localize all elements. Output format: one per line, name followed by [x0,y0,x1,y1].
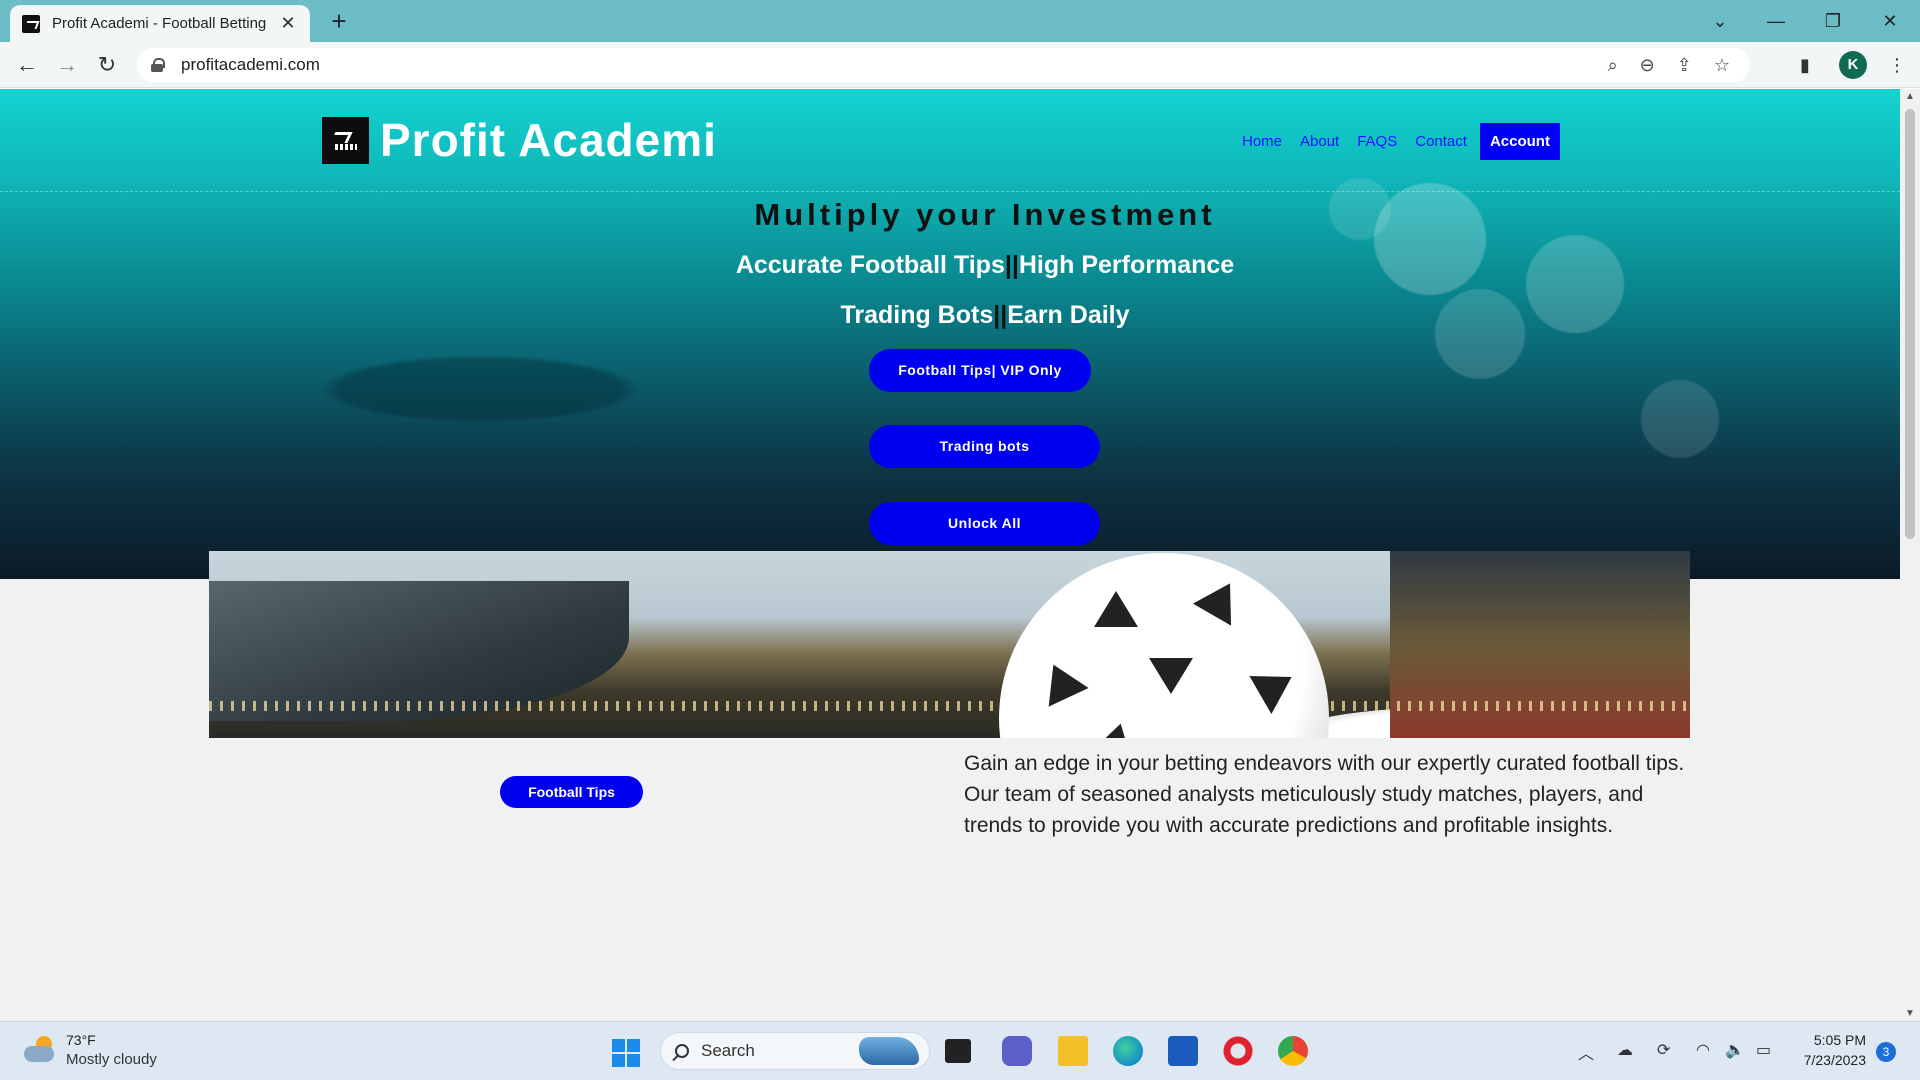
football-tips-button[interactable]: Football Tips [500,776,643,808]
page-scrollbar[interactable]: ▲ ▼ [1900,89,1920,1021]
weather-description[interactable]: Mostly cloudy [66,1051,157,1068]
browser-tab[interactable]: Profit Academi - Football Betting ✕ [10,5,310,42]
battery-icon[interactable]: ▭ [1756,1040,1771,1060]
star-icon[interactable]: ☆ [1714,55,1730,76]
tagline-trading-bots: Trading Bots [840,301,994,329]
weather-temperature[interactable]: 73°F [66,1032,96,1048]
wifi-icon[interactable]: ◠ [1696,1040,1710,1060]
football-tips-vip-button[interactable]: Football Tips| VIP Only [869,349,1091,392]
nav-about[interactable]: About [1291,123,1348,160]
clock-time: 5:05 PM [1813,1032,1866,1048]
show-hidden-icons[interactable]: ︿ [1578,1040,1594,1064]
menu-icon[interactable]: ⋮ [1888,50,1906,80]
nav-account-button[interactable]: Account [1479,123,1560,160]
football-tips-description: Gain an edge in your betting endeavors w… [964,752,1685,837]
search-highlight-icon [859,1037,919,1065]
taskbar-search[interactable]: Search [660,1032,930,1070]
sync-icon[interactable]: ⟳ [1657,1040,1670,1060]
chrome-icon[interactable] [1278,1036,1308,1066]
url-text[interactable]: profitacademi.com [181,55,320,75]
new-tab-button[interactable]: + [325,7,353,35]
tab-title: Profit Academi - Football Betting [52,15,267,32]
system-clock[interactable]: 5:05 PM 7/23/2023 [1794,1030,1866,1070]
back-icon[interactable]: ← [12,50,42,80]
share-icon[interactable]: ⇪ [1677,55,1692,76]
trading-bots-button[interactable]: Trading bots [869,425,1100,468]
store-icon[interactable] [1168,1036,1198,1066]
tagline-separator: || [993,301,1008,329]
notification-badge[interactable]: 3 [1876,1042,1896,1062]
windows-start-icon[interactable] [612,1039,640,1067]
nav-contact[interactable]: Contact [1406,123,1476,160]
edge-icon[interactable] [1113,1036,1143,1066]
zoom-icon[interactable]: ⊖ [1640,55,1655,76]
windows-taskbar: 73°F Mostly cloudy Search ︿ ☁ ⟳ ◠ 🔈 ▭ 5:… [0,1021,1920,1080]
taskbar-search-placeholder: Search [701,1041,755,1060]
tagline-earn-daily: Earn Daily [1007,301,1130,329]
close-window-button[interactable]: ✕ [1870,6,1910,36]
tagline-high-performance: High Performance [1018,251,1235,279]
tab-close-icon[interactable]: ✕ [278,13,298,34]
tagline-separator: || [1004,251,1019,279]
stadium-banner-image [209,551,1690,738]
scroll-down-icon[interactable]: ▼ [1900,1008,1920,1019]
hero-tagline-2: Trading Bots||Earn Daily [0,301,1900,330]
file-explorer-icon[interactable] [1058,1036,1088,1066]
tab-search-icon[interactable]: ⌄ [1700,6,1740,36]
main-nav: Home About FAQS Contact Account [1233,123,1560,160]
profile-avatar[interactable]: K [1839,51,1867,79]
page-viewport: Profit Academi Home About FAQS Contact A… [0,89,1900,1021]
site-favicon-icon [22,14,40,33]
soccer-ball-image [999,553,1329,738]
address-bar[interactable]: profitacademi.com ⌕ ⊖ ⇪ ☆ [137,48,1750,82]
weather-icon[interactable] [24,1036,56,1064]
site-logo[interactable] [322,117,369,164]
minimize-button[interactable]: — [1756,6,1796,36]
hero-section: Profit Academi Home About FAQS Contact A… [0,89,1900,579]
teams-chat-icon[interactable] [1002,1036,1032,1066]
opera-icon[interactable] [1223,1036,1253,1066]
nav-faqs[interactable]: FAQS [1348,123,1406,160]
unlock-all-button[interactable]: Unlock All [869,502,1100,545]
clock-date: 7/23/2023 [1803,1052,1866,1068]
onedrive-icon[interactable]: ☁ [1617,1040,1633,1060]
volume-icon[interactable]: 🔈 [1725,1040,1745,1060]
sidepanel-icon[interactable]: ▮ [1800,50,1810,80]
logo-chart-icon [331,128,361,154]
hero-tagline-1: Accurate Football Tips||High Performance [0,251,1900,280]
browser-tab-bar: Profit Academi - Football Betting ✕ + ⌄ … [0,0,1920,42]
header-divider [0,191,1900,192]
forward-icon[interactable]: → [52,50,82,80]
reload-icon[interactable]: ↻ [92,50,122,80]
hero-title: Multiply your Investment [754,197,1216,232]
site-brand[interactable]: Profit Academi [380,113,717,167]
lock-icon[interactable] [151,58,165,72]
maximize-button[interactable]: ❐ [1813,6,1853,36]
address-toolbar: ← → ↻ profitacademi.com ⌕ ⊖ ⇪ ☆ ▮ K ⋮ [0,42,1920,88]
nav-home[interactable]: Home [1233,123,1291,160]
scroll-thumb[interactable] [1905,109,1915,539]
search-icon[interactable]: ⌕ [1608,55,1618,76]
task-view-icon[interactable] [945,1039,971,1063]
tagline-football-tips: Accurate Football Tips [735,251,1005,279]
search-icon [675,1044,689,1058]
scroll-up-icon[interactable]: ▲ [1900,91,1920,102]
